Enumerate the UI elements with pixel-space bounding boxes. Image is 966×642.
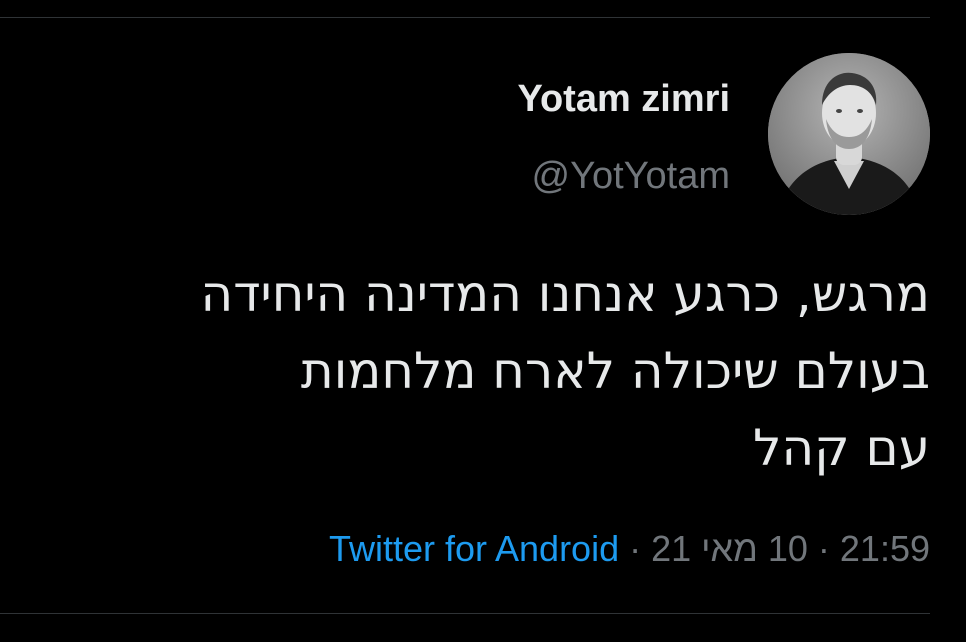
meta-separator: · — [817, 528, 830, 569]
tweet-text-line: עם קהל — [753, 419, 930, 477]
avatar-photo-icon — [768, 53, 930, 215]
tweet-text-line: מרגש, כרגע אנחנו המדינה היחידה — [200, 265, 930, 323]
bottom-divider — [0, 613, 930, 614]
tweet-time[interactable]: 21:59 — [840, 528, 930, 569]
author-handle[interactable]: @YotYotam — [532, 155, 730, 198]
tweet-date[interactable]: 10 מאי 21 — [651, 528, 808, 569]
tweet-meta: Twitter for Android · 10 מאי 21 · 21:59 — [329, 528, 930, 570]
tweet-text-line: בעולם שיכולה לארח מלחמות — [300, 342, 930, 400]
tweet-source-link[interactable]: Twitter for Android — [329, 528, 619, 569]
author-display-name[interactable]: Yotam zimri — [517, 78, 730, 121]
tweet-text: מרגש, כרגע אנחנו המדינה היחידה בעולם שיכ… — [10, 256, 930, 487]
meta-separator: · — [629, 528, 642, 569]
top-divider — [0, 17, 930, 18]
avatar[interactable] — [768, 53, 930, 215]
